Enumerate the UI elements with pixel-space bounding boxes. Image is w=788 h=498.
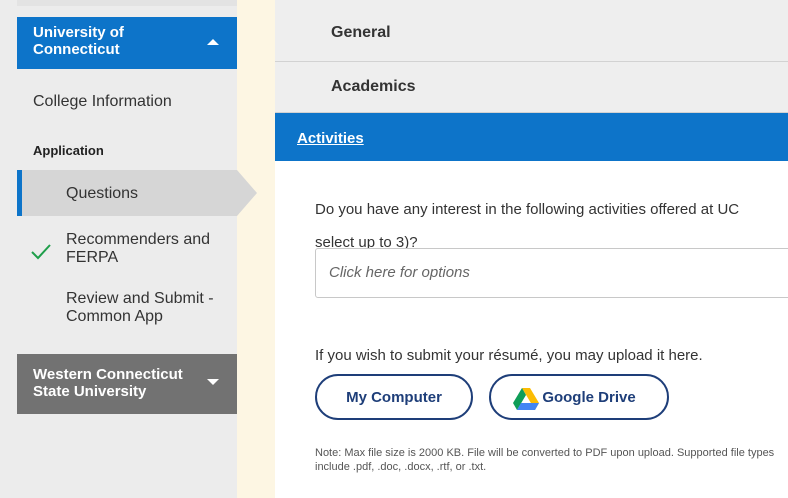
google-drive-icon [513, 388, 539, 410]
upload-note: Note: Max file size is 2000 KB. File wil… [315, 447, 775, 473]
resume-upload-label: If you wish to submit your résumé, you m… [315, 347, 703, 364]
my-computer-button[interactable]: My Computer [315, 374, 473, 420]
sidebar-empty-area [17, 414, 237, 498]
sidebar-item-questions[interactable]: Questions [17, 170, 237, 216]
university-accordion-header[interactable]: University of Connecticut [17, 17, 237, 69]
second-university-accordion-header[interactable]: Western Connecticut State University [17, 354, 237, 414]
sidebar-item-label: Questions [66, 185, 139, 202]
sidebar-item-college-information[interactable]: College Information [33, 93, 172, 111]
active-indicator-arrow [237, 170, 257, 216]
section-general-label: General [331, 24, 391, 41]
section-label-application: Application [33, 143, 104, 158]
sidebar: University of Connecticut College Inform… [0, 0, 257, 498]
check-icon [31, 244, 51, 260]
chevron-up-icon [207, 39, 219, 45]
main-content: General Academics Activities Do you have… [275, 0, 788, 498]
google-drive-button[interactable]: Google Drive [489, 374, 669, 420]
section-academics-label: Academics [331, 78, 416, 95]
section-general[interactable]: General [275, 0, 788, 62]
second-university-name: Western Connecticut State University [33, 366, 183, 400]
sidebar-top-strip [17, 0, 237, 6]
activities-options-select[interactable]: Click here for options [315, 248, 788, 298]
section-activities-label[interactable]: Activities [297, 130, 364, 147]
chevron-down-icon [207, 379, 219, 385]
google-drive-button-label: Google Drive [542, 388, 636, 406]
university-name: University of Connecticut [33, 24, 124, 58]
section-activities[interactable]: Activities [275, 113, 788, 161]
section-academics[interactable]: Academics [275, 62, 788, 113]
sidebar-item-review-submit[interactable]: Review and Submit - Common App [66, 290, 226, 326]
sidebar-item-recommenders[interactable]: Recommenders and FERPA [66, 231, 226, 267]
